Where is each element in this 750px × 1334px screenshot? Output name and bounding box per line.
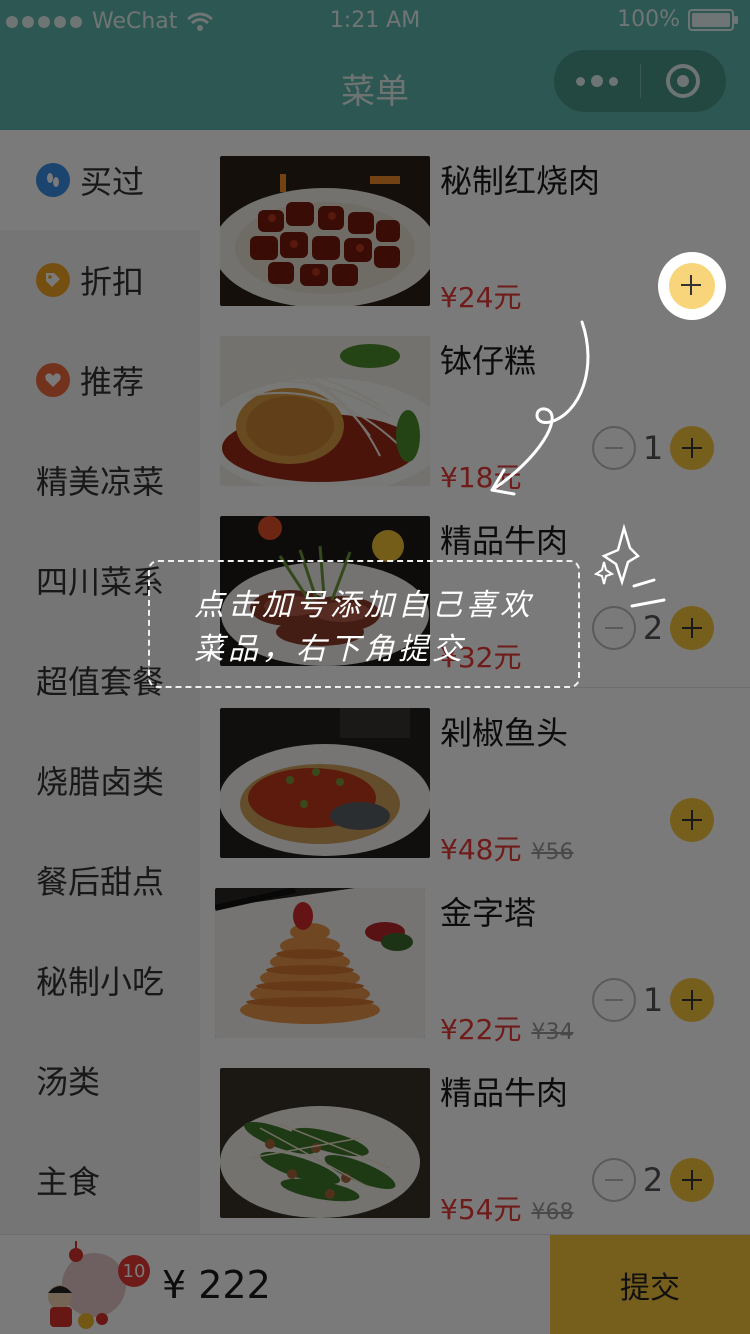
quantity-stepper bbox=[670, 798, 714, 842]
heart-icon bbox=[36, 363, 70, 397]
footprint-icon bbox=[36, 163, 70, 197]
sidebar-item-discount[interactable]: 折扣 bbox=[0, 230, 200, 330]
sidebar-item-label: 买过 bbox=[80, 163, 145, 201]
dish-name: 剁椒鱼头 bbox=[440, 714, 569, 752]
guide-text-line: 点击加号添加自己喜欢 bbox=[194, 588, 534, 623]
close-circle-icon bbox=[666, 64, 701, 98]
dish-name: 秘制红烧肉 bbox=[440, 162, 601, 200]
sidebar-item-label: 秘制小吃 bbox=[36, 963, 165, 1001]
quantity-value: 1 bbox=[642, 981, 664, 1019]
sidebar-item-label: 超值套餐 bbox=[36, 663, 165, 701]
status-bar: WeChat 1:21 AM 100% bbox=[0, 0, 750, 42]
dish-name: 金字塔 bbox=[440, 894, 537, 932]
more-button[interactable] bbox=[554, 50, 640, 112]
sidebar-item-soup[interactable]: 汤类 bbox=[0, 1030, 200, 1130]
nav-bar: 菜单 bbox=[0, 42, 750, 130]
dish-photo bbox=[215, 888, 425, 1038]
current-price: ¥54元 bbox=[440, 1193, 522, 1226]
guide-arrow-icon bbox=[490, 320, 590, 496]
sidebar-item-snacks[interactable]: 秘制小吃 bbox=[0, 930, 200, 1030]
battery-icon bbox=[688, 8, 738, 31]
sidebar-item-label: 精美凉菜 bbox=[36, 463, 165, 501]
highlighted-add-button[interactable] bbox=[658, 252, 726, 320]
dish-item: 金字塔 ¥22元 ¥34 1 bbox=[200, 862, 750, 1046]
cart-button[interactable] bbox=[36, 1241, 128, 1331]
quantity-stepper: 2 bbox=[592, 1158, 714, 1202]
quantity-value: 1 bbox=[642, 429, 664, 467]
guide-text-line: 菜品，右下角提交 bbox=[194, 632, 466, 667]
sidebar-item-label: 推荐 bbox=[80, 363, 145, 401]
sidebar-item-dessert[interactable]: 餐后甜点 bbox=[0, 830, 200, 930]
sidebar-item-staple[interactable]: 主食 bbox=[0, 1130, 200, 1230]
cart-bar: 10 ¥ 222 提交 bbox=[0, 1234, 750, 1334]
quantity-stepper: 1 bbox=[592, 978, 714, 1022]
sidebar-item-bought[interactable]: 买过 bbox=[0, 130, 200, 230]
sidebar-item-roast[interactable]: 烧腊卤类 bbox=[0, 730, 200, 830]
plus-icon bbox=[669, 263, 715, 309]
dish-photo bbox=[220, 156, 430, 306]
cart-total: ¥ 222 bbox=[162, 1263, 271, 1307]
close-button[interactable] bbox=[641, 50, 727, 112]
sidebar-item-label: 折扣 bbox=[80, 263, 145, 301]
minus-button[interactable] bbox=[592, 1158, 636, 1202]
dish-name: 精品牛肉 bbox=[440, 1074, 569, 1112]
quantity-stepper: 1 bbox=[592, 426, 714, 470]
cart-mascot-icon bbox=[48, 1241, 126, 1329]
add-button[interactable] bbox=[670, 1158, 714, 1202]
battery-area: 100% bbox=[617, 7, 738, 32]
quantity-value: 2 bbox=[642, 1161, 664, 1199]
sidebar-item-label: 主食 bbox=[36, 1163, 101, 1201]
dish-item: 剁椒鱼头 ¥48元 ¥56 bbox=[200, 682, 750, 866]
minus-button[interactable] bbox=[592, 978, 636, 1022]
guide-tooltip: 点击加号添加自己喜欢 菜品，右下角提交 bbox=[148, 560, 580, 688]
add-button[interactable] bbox=[670, 426, 714, 470]
sidebar-item-cold-dishes[interactable]: 精美凉菜 bbox=[0, 430, 200, 530]
submit-button[interactable]: 提交 bbox=[550, 1235, 750, 1334]
dish-photo bbox=[220, 708, 430, 858]
add-button[interactable] bbox=[670, 798, 714, 842]
quantity-value: 2 bbox=[642, 609, 664, 647]
dish-item: 精品牛肉 ¥54元 ¥68 2 bbox=[200, 1042, 750, 1226]
dish-photo bbox=[220, 1068, 430, 1218]
add-button[interactable] bbox=[670, 606, 714, 650]
sidebar-item-recommend[interactable]: 推荐 bbox=[0, 330, 200, 430]
sidebar-item-label: 四川菜系 bbox=[36, 563, 165, 601]
dish-photo bbox=[220, 336, 430, 486]
sidebar-item-label: 烧腊卤类 bbox=[36, 763, 165, 801]
dish-name: 精品牛肉 bbox=[440, 522, 569, 560]
tag-icon bbox=[36, 263, 70, 297]
original-price: ¥68 bbox=[531, 1200, 574, 1225]
battery-label: 100% bbox=[617, 7, 680, 32]
sidebar-item-label: 汤类 bbox=[36, 1063, 101, 1101]
cart-count-badge: 10 bbox=[118, 1255, 150, 1287]
mini-program-capsule bbox=[554, 50, 726, 112]
dish-price: ¥54元 ¥68 bbox=[440, 1188, 573, 1228]
add-button[interactable] bbox=[670, 978, 714, 1022]
sidebar-item-label: 餐后甜点 bbox=[36, 863, 165, 901]
sparkle-icon bbox=[594, 524, 666, 608]
